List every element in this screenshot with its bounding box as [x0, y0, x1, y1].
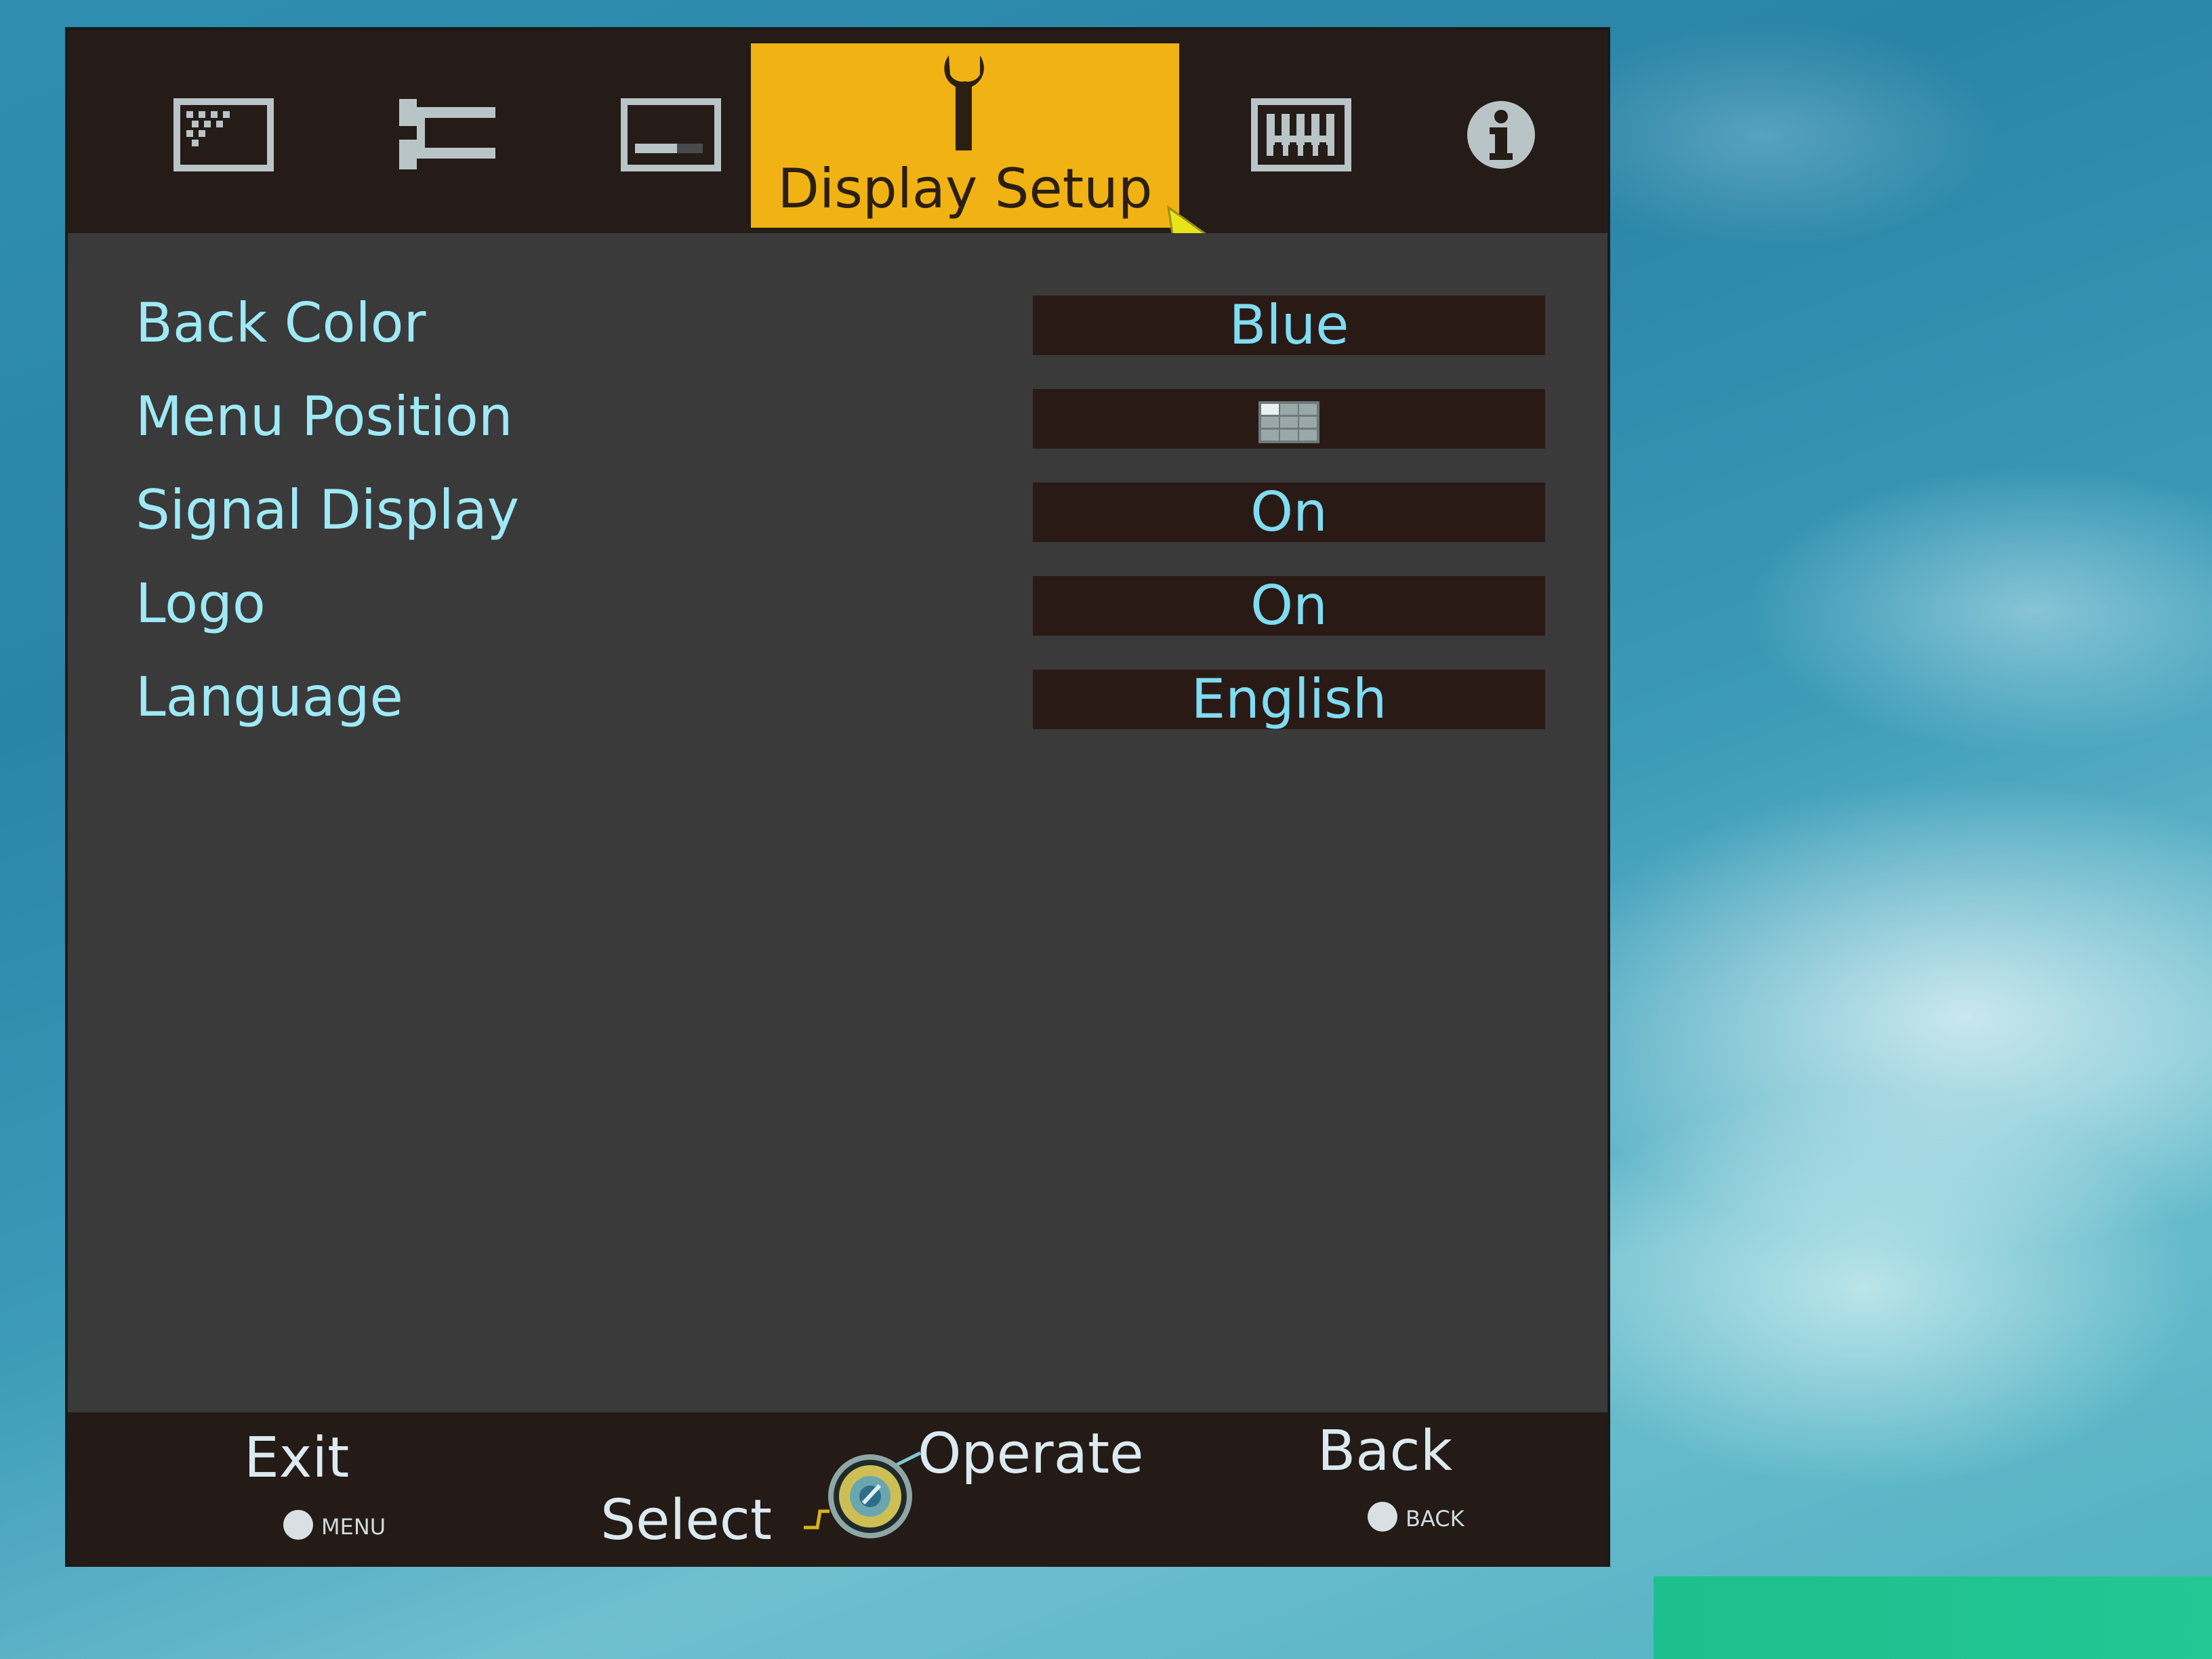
setting-label: Back Color: [136, 291, 426, 354]
setting-row-menu-position[interactable]: Menu Position: [68, 378, 1607, 459]
exit-key-label: MENU: [321, 1514, 386, 1540]
setting-value[interactable]: On: [1033, 483, 1545, 542]
picture-icon: [173, 98, 274, 171]
setting-value[interactable]: English: [1033, 670, 1545, 729]
menu-tab-bar: Display Setup: [68, 30, 1607, 233]
menu-button-icon: [283, 1510, 313, 1540]
setting-value[interactable]: Blue: [1033, 295, 1545, 355]
setting-value[interactable]: On: [1033, 576, 1545, 636]
setting-label: Language: [136, 665, 403, 729]
back-label: Back: [1317, 1419, 1453, 1483]
picture-adjust-tab[interactable]: [122, 43, 325, 226]
background-green-block: [1654, 1576, 2212, 1659]
display-setup-tab[interactable]: Display Setup: [751, 43, 1179, 228]
setting-row-logo[interactable]: Logo On: [68, 565, 1607, 647]
input-settings-tab[interactable]: [346, 43, 549, 226]
setting-row-back-color[interactable]: Back Color Blue: [68, 285, 1607, 366]
information-tab[interactable]: [1423, 43, 1579, 226]
info-icon: [1467, 101, 1535, 169]
back-key-label: BACK: [1406, 1506, 1465, 1532]
keyboard-icon: [1251, 98, 1351, 171]
exit-label: Exit: [244, 1426, 350, 1490]
setting-label: Menu Position: [136, 385, 513, 448]
select-label: Select: [600, 1488, 772, 1553]
screen-setup-icon: [621, 98, 721, 171]
setting-label: Signal Display: [136, 478, 520, 541]
operate-label: Operate: [918, 1422, 1144, 1486]
installation-tab[interactable]: [569, 43, 773, 226]
wrench-icon: [944, 55, 984, 150]
osd-menu-window: Display Setup Back Color Blue Menu Posit…: [65, 27, 1610, 1567]
settings-tree-icon: [399, 99, 495, 169]
setting-value[interactable]: [1033, 389, 1545, 449]
setting-row-language[interactable]: Language English: [68, 659, 1607, 740]
function-tab[interactable]: [1200, 43, 1403, 226]
settings-list: Back Color Blue Menu Position Signal Dis…: [68, 233, 1607, 1412]
back-button-icon: [1368, 1502, 1397, 1532]
setting-label: Logo: [136, 572, 266, 635]
footer-guide-bar: Exit MENU Select Operate Back BACK: [68, 1412, 1607, 1567]
setting-row-signal-display[interactable]: Signal Display On: [68, 472, 1607, 553]
active-tab-label: Display Setup: [777, 157, 1153, 220]
menu-position-grid-icon: [1258, 401, 1319, 444]
